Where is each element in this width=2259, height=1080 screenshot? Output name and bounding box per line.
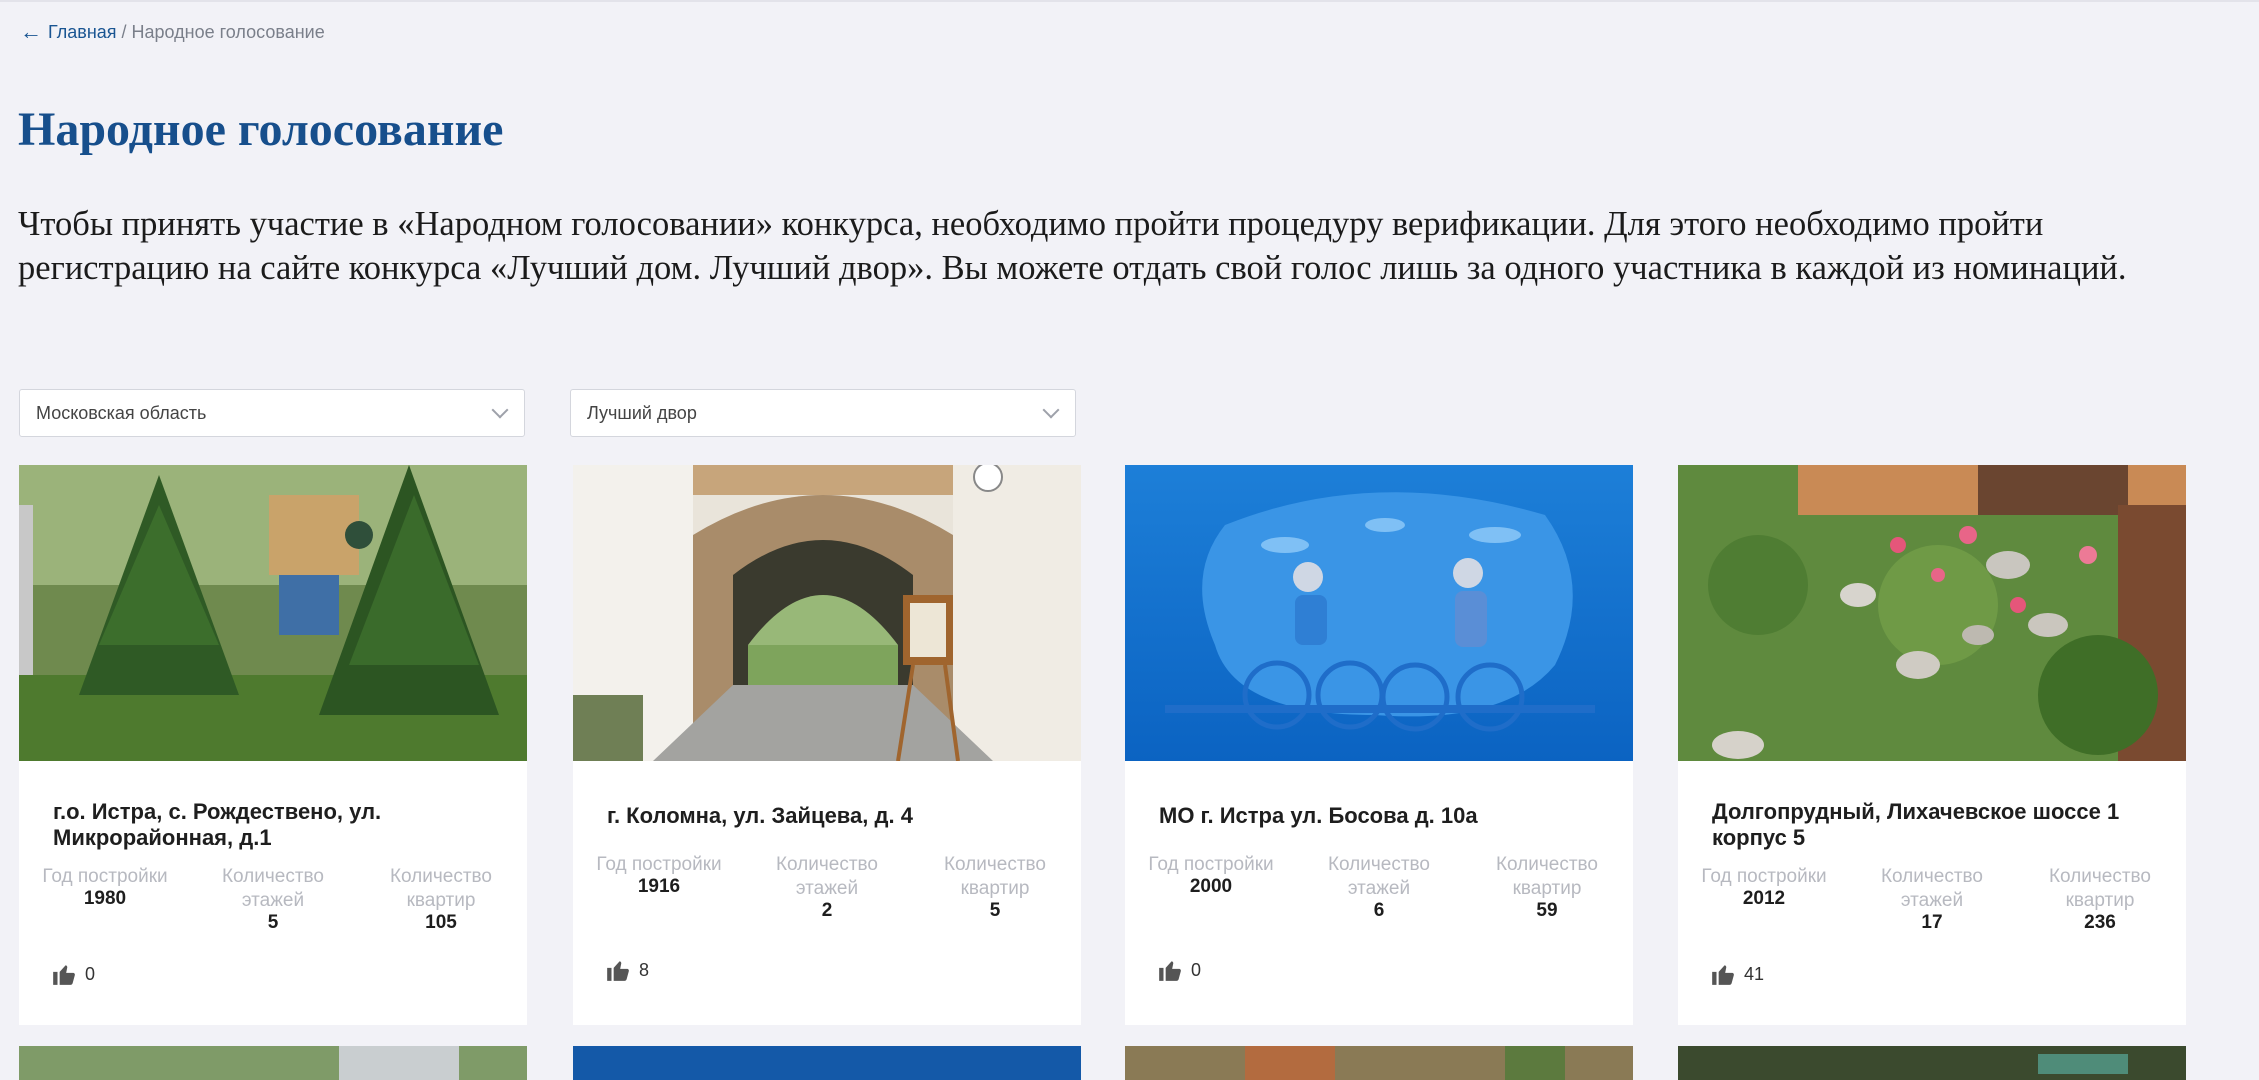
stat-floors-label: Количество этажей (221, 866, 325, 911)
stat-floors: Количество этажей 6 (1307, 853, 1451, 923)
stat-year-label: Год постройки (42, 866, 168, 887)
stat-year-value: 2000 (1189, 876, 1233, 897)
nomination-select[interactable]: Лучший двор (570, 389, 1076, 437)
arrow-left-icon[interactable]: ← (20, 21, 42, 43)
thumbs-up-icon (607, 961, 629, 981)
stat-flats-label: Количество квартир (1495, 854, 1599, 899)
like-count: 41 (1744, 963, 1765, 984)
card-address: Долгопрудный, Лихачевское шоссе 1 корпус… (1712, 799, 2120, 850)
page-title: Народное голосование (18, 103, 504, 156)
participant-card[interactable]: г. Коломна, ул. Зайцева, д. 4 Год постро… (573, 465, 1081, 1025)
stat-flats-label: Количество квартир (389, 866, 493, 911)
like-count: 0 (1191, 959, 1202, 980)
stat-floors: Количество этажей 5 (201, 865, 345, 935)
stat-flats: Количество квартир 236 (2028, 865, 2172, 935)
stat-floors: Количество этажей 17 (1860, 865, 2004, 935)
like-button[interactable]: 41 (1710, 961, 1764, 987)
stat-flats-value: 105 (425, 912, 457, 933)
stat-year: Год постройки 2000 (1139, 853, 1283, 923)
breadcrumb-separator: / (121, 22, 127, 42)
participant-card[interactable]: г.о. Истра, с. Рождествено, ул. Микрорай… (19, 465, 527, 1025)
stat-floors-value: 2 (821, 900, 833, 921)
region-select[interactable]: Московская область (19, 389, 525, 437)
region-select-value: Московская область (36, 402, 207, 423)
card-photo[interactable] (1125, 465, 1633, 761)
card-address: г. Коломна, ул. Зайцева, д. 4 (607, 803, 913, 828)
stat-year-label: Год постройки (1148, 854, 1274, 875)
breadcrumb-current: Народное голосование (131, 22, 325, 42)
stat-flats: Количество квартир 105 (369, 865, 513, 935)
thumbs-up-icon (53, 965, 75, 985)
card-photo[interactable] (19, 1046, 527, 1080)
stat-year: Год постройки 2012 (1692, 865, 1836, 935)
card-photo[interactable] (573, 465, 1081, 761)
chevron-down-icon (1042, 401, 1060, 419)
stat-floors-value: 17 (1921, 912, 1943, 933)
card-stats: Год постройки 2012 Количество этажей 17 … (1692, 865, 2172, 935)
card-stats: Год постройки 1916 Количество этажей 2 К… (587, 853, 1067, 923)
nomination-select-value: Лучший двор (587, 402, 697, 423)
top-divider (0, 0, 2259, 2)
stat-floors-label: Количество этажей (775, 854, 879, 899)
stat-year-label: Год постройки (596, 854, 722, 875)
stat-year-value: 1980 (83, 888, 127, 909)
like-button[interactable]: 0 (1157, 957, 1201, 983)
stat-flats-value: 59 (1536, 900, 1558, 921)
chevron-down-icon (491, 401, 509, 419)
stat-year: Год постройки 1916 (587, 853, 731, 923)
stat-flats: Количество квартир 5 (923, 853, 1067, 923)
stat-floors-value: 6 (1373, 900, 1385, 921)
stat-floors: Количество этажей 2 (755, 853, 899, 923)
card-stats: Год постройки 1980 Количество этажей 5 К… (33, 865, 513, 935)
stat-flats-label: Количество квартир (2048, 866, 2152, 911)
card-photo[interactable] (573, 1046, 1081, 1080)
breadcrumb-home-link[interactable]: Главная (48, 20, 117, 44)
thumbs-up-icon (1712, 965, 1734, 985)
participant-card[interactable]: МО г. Истра ул. Босова д. 10а Год постро… (1125, 465, 1633, 1025)
stat-flats-label: Количество квартир (943, 854, 1047, 899)
stat-year: Год постройки 1980 (33, 865, 177, 935)
stat-flats: Количество квартир 59 (1475, 853, 1619, 923)
thumbs-up-icon (1159, 961, 1181, 981)
card-address: г.о. Истра, с. Рождествено, ул. Микрорай… (53, 799, 382, 850)
stat-floors-label: Количество этажей (1327, 854, 1431, 899)
stat-year-value: 2012 (1742, 888, 1786, 909)
card-photo[interactable] (1678, 465, 2186, 761)
stat-floors-value: 5 (267, 912, 279, 933)
like-count: 0 (85, 963, 96, 984)
like-count: 8 (639, 959, 650, 980)
like-button[interactable]: 0 (51, 961, 95, 987)
stat-flats-value: 5 (989, 900, 1001, 921)
card-stats: Год постройки 2000 Количество этажей 6 К… (1139, 853, 1619, 923)
card-photo[interactable] (19, 465, 527, 761)
participant-card[interactable]: Долгопрудный, Лихачевское шоссе 1 корпус… (1678, 465, 2186, 1025)
card-photo[interactable] (1125, 1046, 1633, 1080)
breadcrumb: ← Главная / Народное голосование (20, 20, 325, 44)
stat-year-value: 1916 (637, 876, 681, 897)
card-photo[interactable] (1678, 1046, 2186, 1080)
stat-floors-label: Количество этажей (1880, 866, 1984, 911)
stat-flats-value: 236 (2084, 912, 2116, 933)
intro-text: Чтобы принять участие в «Народном голосо… (18, 205, 2127, 287)
stat-year-label: Год постройки (1701, 866, 1827, 887)
card-address: МО г. Истра ул. Босова д. 10а (1159, 803, 1478, 828)
like-button[interactable]: 8 (605, 957, 649, 983)
